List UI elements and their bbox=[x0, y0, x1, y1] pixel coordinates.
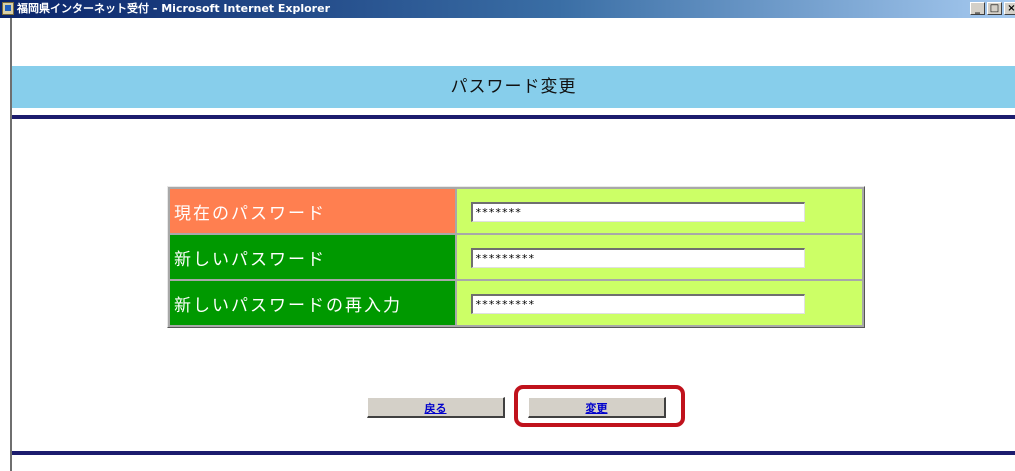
back-button-link[interactable]: 戻る bbox=[425, 402, 447, 415]
page-title: パスワード変更 bbox=[450, 77, 577, 97]
window-controls: _ □ × bbox=[970, 2, 1015, 15]
current-password-input[interactable] bbox=[471, 201, 805, 222]
minimize-icon[interactable]: _ bbox=[970, 2, 985, 15]
close-icon[interactable]: × bbox=[1004, 2, 1015, 15]
form-row-new-password: 新しいパスワード bbox=[170, 235, 862, 279]
form-row-confirm-password: 新しいパスワードの再入力 bbox=[170, 281, 862, 325]
current-password-label: 現在のパスワード bbox=[170, 189, 455, 233]
ie-app-icon[interactable] bbox=[2, 2, 14, 15]
confirm-password-cell bbox=[457, 281, 862, 325]
back-button[interactable]: 戻る bbox=[367, 397, 505, 418]
new-password-label: 新しいパスワード bbox=[170, 235, 455, 279]
confirm-password-input[interactable] bbox=[471, 293, 805, 314]
confirm-password-label: 新しいパスワードの再入力 bbox=[170, 281, 455, 325]
maximize-icon[interactable]: □ bbox=[987, 2, 1002, 15]
form-row-current-password: 現在のパスワード bbox=[170, 189, 862, 233]
current-password-cell bbox=[457, 189, 862, 233]
page-content: パスワード変更 現在のパスワード 新しいパスワード 新しいパスワードの再入力 戻… bbox=[10, 18, 1015, 471]
change-button-highlight bbox=[514, 385, 685, 427]
password-form-table: 現在のパスワード 新しいパスワード 新しいパスワードの再入力 bbox=[167, 186, 865, 328]
window-title: 福岡県インターネット受付 - Microsoft Internet Explor… bbox=[17, 2, 330, 15]
footer-divider bbox=[12, 451, 1015, 455]
header-divider bbox=[12, 115, 1015, 119]
page-header-band: パスワード変更 bbox=[12, 66, 1015, 108]
new-password-cell bbox=[457, 235, 862, 279]
new-password-input[interactable] bbox=[471, 247, 805, 268]
window-title-bar[interactable]: 福岡県インターネット受付 - Microsoft Internet Explor… bbox=[0, 0, 1015, 18]
